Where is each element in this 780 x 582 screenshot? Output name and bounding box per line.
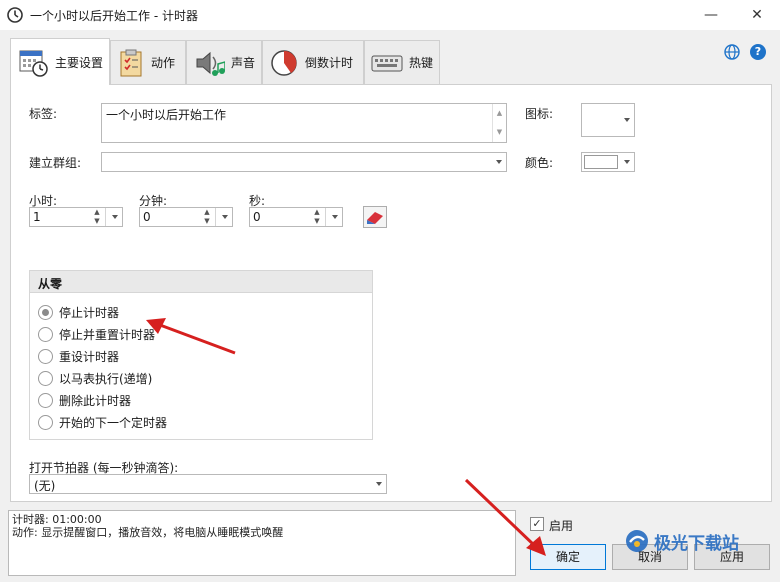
calendar-clock-icon (19, 50, 48, 77)
annotation-arrows (146, 318, 546, 556)
tab-main-settings[interactable]: 主要设置 (10, 38, 110, 85)
tab-label: 主要设置 (55, 55, 104, 70)
arrow-to-ok-button (464, 478, 546, 556)
arrow-to-reset-option (146, 318, 236, 355)
